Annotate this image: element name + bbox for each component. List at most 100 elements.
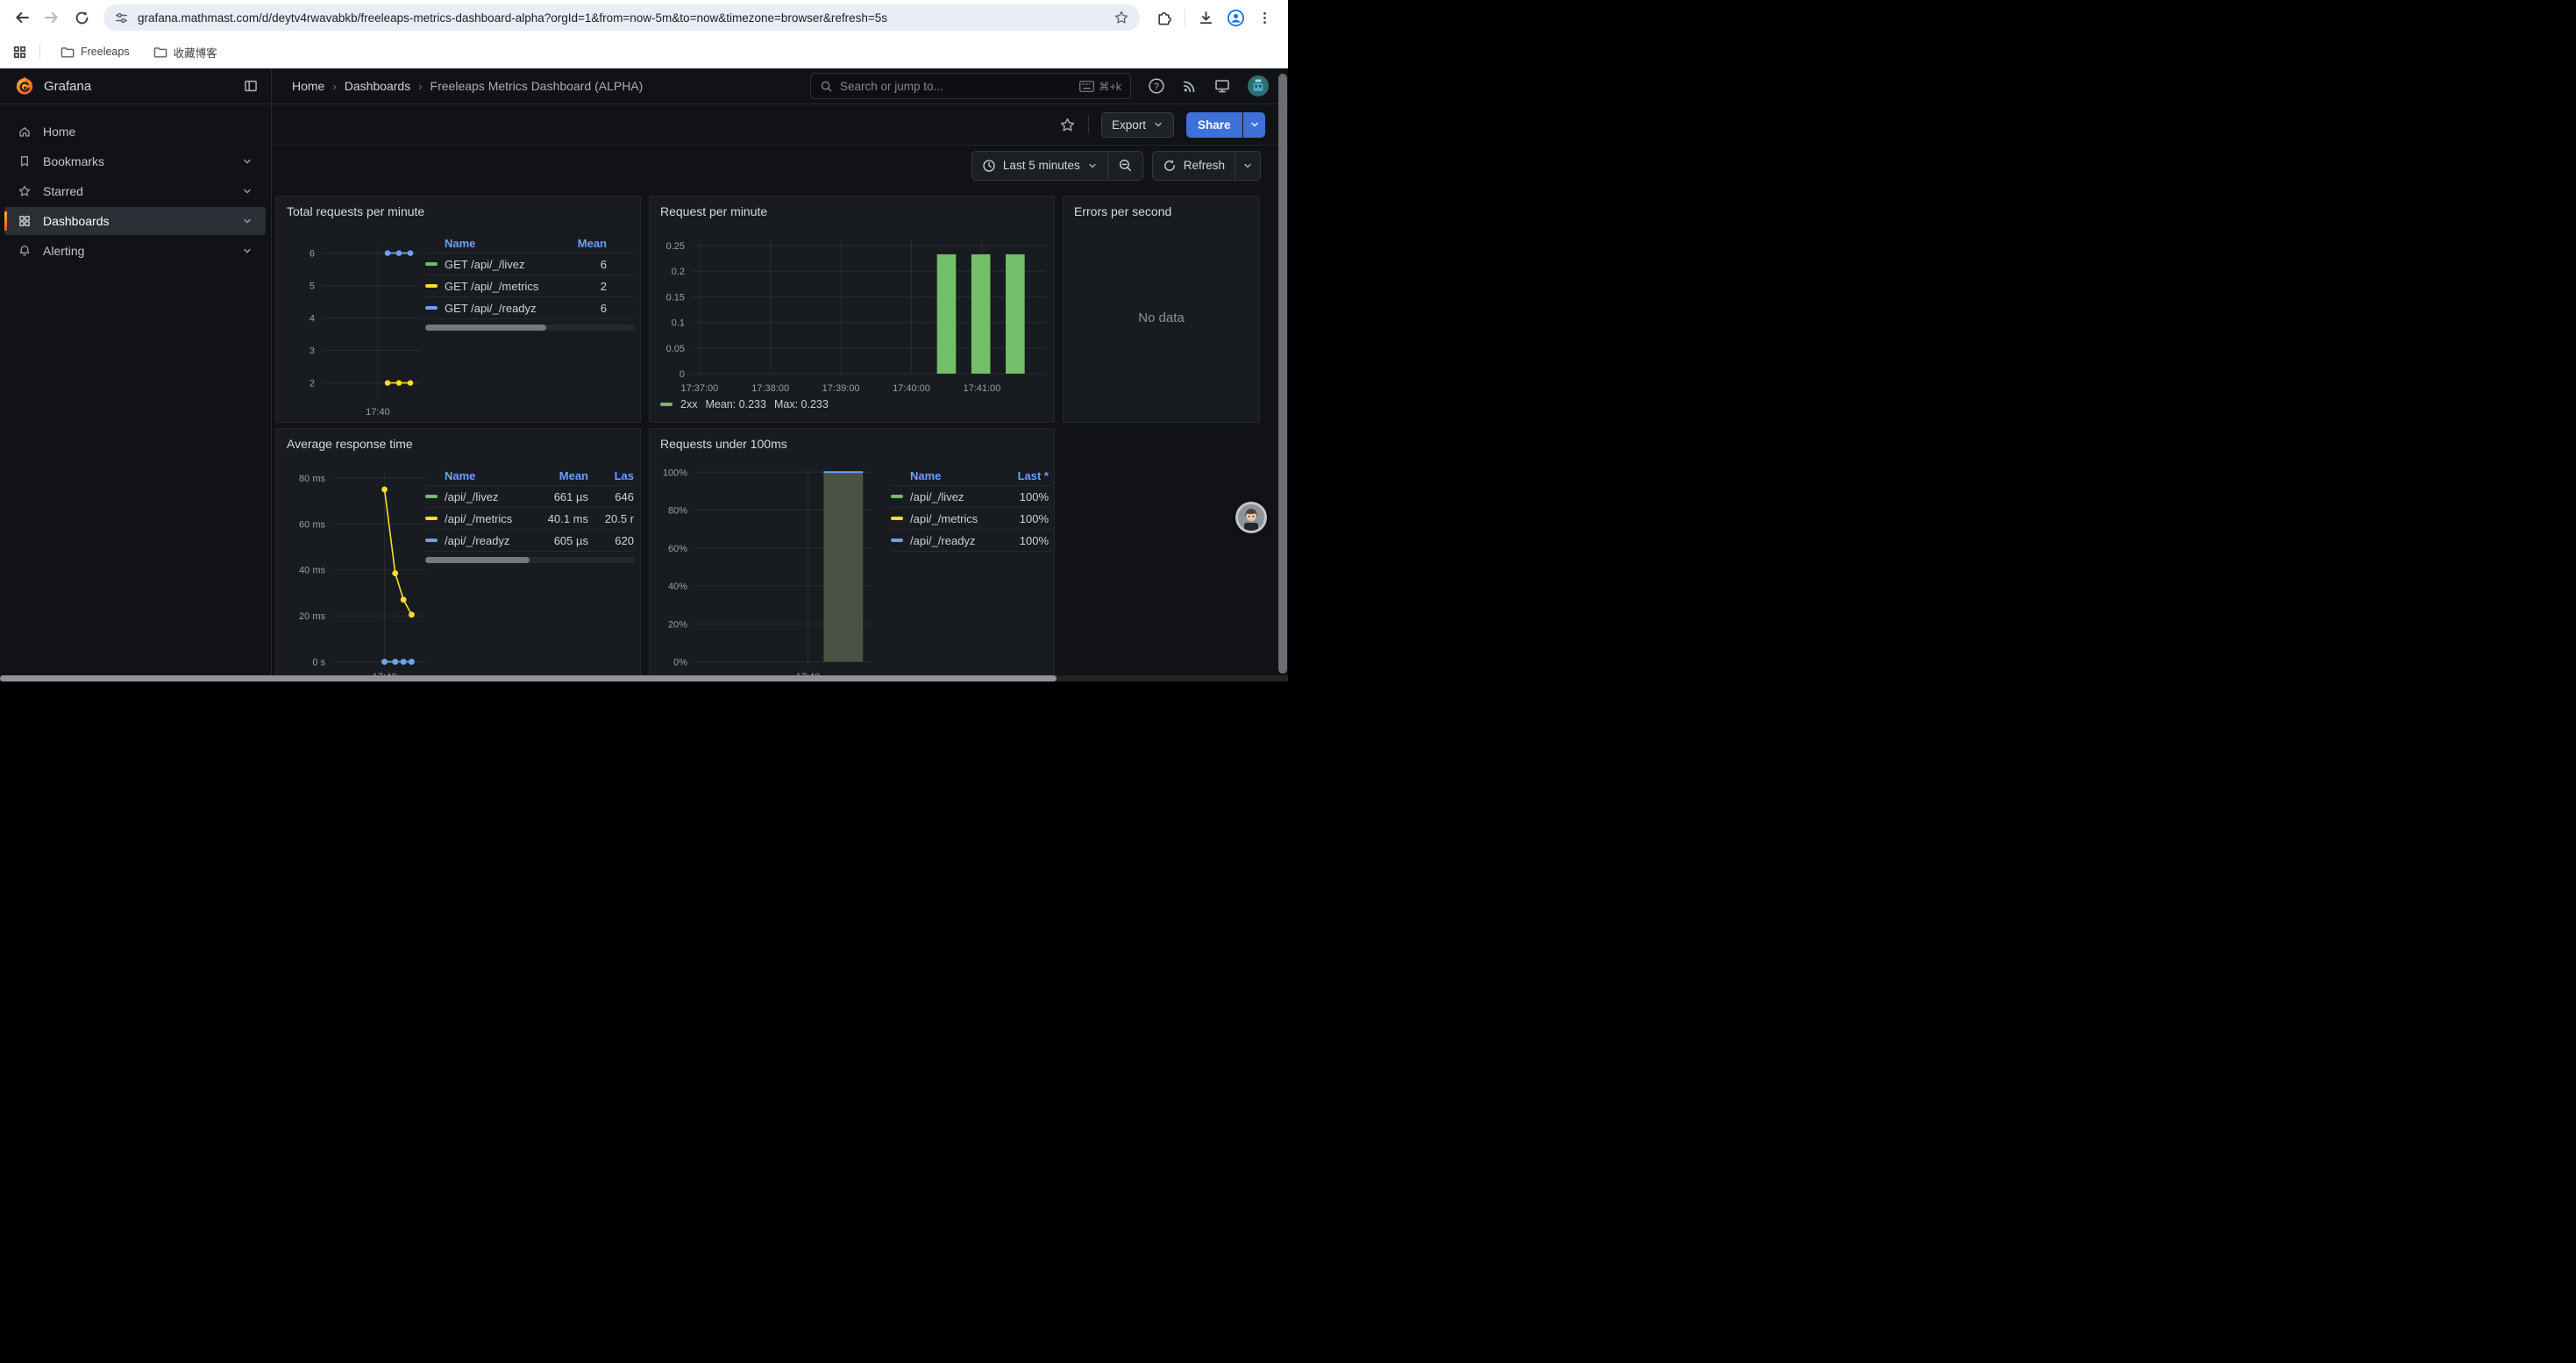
page-vertical-scrollbar[interactable] (1278, 74, 1287, 674)
series-name[interactable]: GET /api/_/livez (445, 258, 563, 271)
panel-total-requests-per-minute[interactable]: Total requests per minute 6543217:40 Nam… (275, 196, 641, 423)
news-rss-icon[interactable] (1181, 78, 1198, 95)
brand-section: Grafana (0, 68, 272, 103)
help-icon[interactable]: ? (1148, 77, 1165, 95)
back-button[interactable] (9, 4, 35, 31)
legend-col-header[interactable]: Mean (530, 469, 588, 482)
legend-table: NameLast * /api/_/livez100% /api/_/metri… (891, 466, 1052, 552)
series-name[interactable]: GET /api/_/readyz (445, 302, 563, 315)
legend-col-header[interactable]: Name (910, 469, 998, 482)
legend-row[interactable]: /api/_/metrics40.1 ms20.5 r (425, 508, 634, 530)
breadcrumb-home[interactable]: Home (292, 79, 324, 93)
legend-col-header[interactable]: Name (445, 469, 530, 482)
bookmark-icon (18, 154, 32, 168)
series-name[interactable]: /api/_/readyz (910, 534, 998, 547)
legend-col-header[interactable]: Las (588, 469, 634, 482)
page-horizontal-scrollbar[interactable] (0, 675, 1288, 682)
series-name[interactable]: /api/_/readyz (445, 534, 530, 547)
time-range-picker[interactable]: Last 5 minutes (972, 152, 1107, 180)
grafana-logo[interactable] (15, 76, 34, 96)
reload-button[interactable] (68, 4, 95, 31)
search-input[interactable]: Search or jump to... ⌘+k (810, 73, 1131, 99)
url-text[interactable]: grafana.mathmast.com/d/deytv4rwavabkb/fr… (138, 11, 1105, 25)
sidebar-item-dashboards[interactable]: Dashboards (4, 207, 266, 235)
panel-request-per-minute[interactable]: Request per minute 0.250.20.150.10.05017… (649, 196, 1055, 423)
assistant-avatar[interactable] (1235, 502, 1267, 533)
forward-button[interactable] (39, 4, 65, 31)
series-name[interactable]: /api/_/livez (445, 490, 530, 503)
legend-col-header[interactable]: Mean (563, 237, 607, 250)
legend-col-header[interactable]: Name (445, 237, 563, 250)
share-button[interactable]: Share (1186, 112, 1242, 138)
legend-row[interactable]: /api/_/readyz100% (891, 530, 1052, 552)
svg-text:5: 5 (310, 282, 315, 292)
sidebar-item-bookmarks[interactable]: Bookmarks (4, 147, 266, 175)
share-dropdown-button[interactable] (1243, 112, 1265, 138)
legend-series-name: 2xx (680, 398, 697, 410)
app-body: Home Bookmarks Starred Dashboards Alerti… (0, 104, 1288, 682)
svg-text:100%: 100% (663, 467, 687, 478)
sidebar-item-label: Bookmarks (43, 154, 241, 168)
panel-title[interactable]: Errors per second (1064, 196, 1259, 218)
legend-row[interactable]: GET /api/_/livez6 (425, 253, 634, 275)
legend-value: 20.5 r (588, 512, 634, 525)
bookmark-folder-blogs[interactable]: 收藏博客 (146, 39, 224, 65)
legend-scrollbar[interactable] (425, 325, 634, 331)
svg-text:4: 4 (310, 314, 315, 325)
extensions-icon[interactable] (1156, 10, 1172, 26)
legend-row[interactable]: /api/_/readyz605 µs620 (425, 530, 634, 552)
chevron-down-icon[interactable] (241, 245, 253, 257)
series-swatch (425, 262, 445, 266)
bookmark-folder-label: Freeleaps (81, 46, 130, 58)
breadcrumb-dashboards[interactable]: Dashboards (345, 79, 411, 93)
series-swatch (891, 539, 910, 542)
refresh-button[interactable]: Refresh (1153, 152, 1235, 180)
export-button[interactable]: Export (1101, 112, 1174, 138)
bookmark-folder-freeleaps[interactable]: Freeleaps (53, 40, 137, 64)
chevron-down-icon[interactable] (241, 215, 253, 227)
svg-text:?: ? (1154, 82, 1159, 92)
favorite-star-icon[interactable] (1059, 117, 1076, 133)
browser-toolbar: grafana.mathmast.com/d/deytv4rwavabkb/fr… (0, 0, 1288, 35)
downloads-icon[interactable] (1198, 10, 1214, 26)
refresh-interval-dropdown[interactable] (1235, 152, 1260, 180)
legend-value: 100% (998, 512, 1049, 525)
panel-errors-per-second[interactable]: Errors per second No data (1063, 196, 1260, 423)
search-placeholder: Search or jump to... (840, 80, 1072, 93)
sidebar-item-home[interactable]: Home (4, 118, 266, 146)
apps-grid-icon[interactable] (12, 45, 27, 60)
legend-row[interactable]: /api/_/metrics100% (891, 508, 1052, 530)
dashboard-grid: Total requests per minute 6543217:40 Nam… (272, 185, 1288, 682)
chevron-down-icon[interactable] (241, 155, 253, 168)
site-settings-icon[interactable] (114, 11, 129, 25)
series-name[interactable]: GET /api/_/metrics (445, 280, 563, 293)
legend-row[interactable]: GET /api/_/metrics2 (425, 275, 634, 297)
bookmark-star-icon[interactable] (1114, 10, 1129, 25)
grid-icon (18, 214, 32, 228)
panel-average-response-time[interactable]: Average response time 80 ms60 ms40 ms20 … (275, 428, 641, 682)
panel-requests-under-100ms[interactable]: Requests under 100ms 100%80%60%40%20%0%1… (649, 428, 1055, 682)
series-name[interactable]: /api/_/metrics (445, 512, 530, 525)
kiosk-monitor-icon[interactable] (1213, 77, 1231, 95)
series-name[interactable]: /api/_/livez (910, 490, 998, 503)
legend-mean: Mean: 0.233 (705, 398, 766, 410)
zoom-out-button[interactable] (1107, 152, 1142, 180)
user-avatar[interactable] (1247, 75, 1270, 97)
sidebar-item-starred[interactable]: Starred (4, 177, 266, 205)
chevron-down-icon[interactable] (241, 185, 253, 197)
browser-menu-icon[interactable] (1257, 11, 1272, 25)
legend-col-header[interactable]: Last * (998, 469, 1049, 482)
legend-row[interactable]: GET /api/_/readyz6 (425, 297, 634, 319)
sidebar-item-alerting[interactable]: Alerting (4, 237, 266, 265)
url-bar[interactable]: grafana.mathmast.com/d/deytv4rwavabkb/fr… (103, 4, 1140, 31)
svg-text:0 s: 0 s (312, 658, 325, 668)
legend-scrollbar[interactable] (425, 557, 634, 563)
legend-value: 6 (563, 258, 607, 271)
chart-legend[interactable]: 2xx Mean: 0.233 Max: 0.233 (660, 398, 829, 410)
legend-row[interactable]: /api/_/livez100% (891, 486, 1052, 508)
series-name[interactable]: /api/_/metrics (910, 512, 998, 525)
svg-text:6: 6 (310, 249, 315, 260)
dock-menu-icon[interactable] (243, 78, 259, 94)
profile-avatar-icon[interactable] (1227, 9, 1245, 27)
legend-row[interactable]: /api/_/livez661 µs646 (425, 486, 634, 508)
